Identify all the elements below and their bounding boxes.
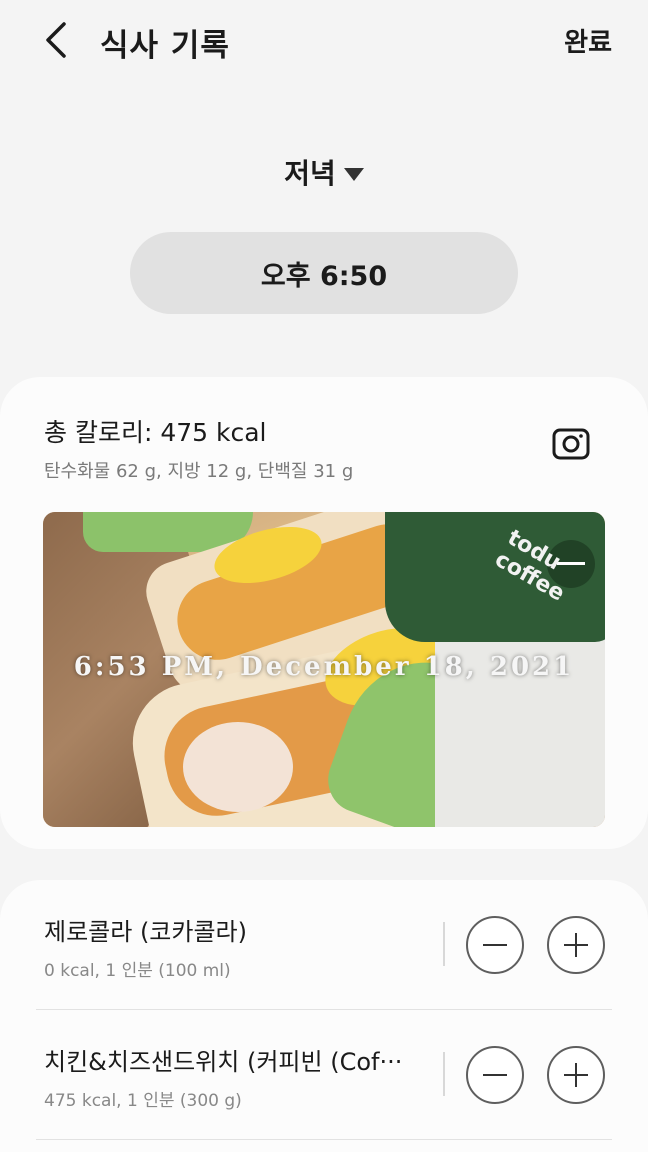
page-title: 식사 기록 bbox=[100, 28, 230, 64]
food-list-card: 제로콜라 (코카콜라) 0 kcal, 1 인분 (100 ml) 치킨&치즈샌… bbox=[0, 880, 648, 1152]
food-item[interactable]: 치킨&치즈샌드위치 (커피빈 (Cof··· 475 kcal, 1 인분 (3… bbox=[0, 1010, 648, 1140]
plus-icon bbox=[564, 933, 588, 957]
photo-cup: todu coffee bbox=[385, 512, 605, 642]
total-calories: 총 칼로리: 475 kcal bbox=[44, 418, 267, 447]
food-name: 치킨&치즈샌드위치 (커피빈 (Cof··· bbox=[44, 1048, 403, 1076]
divider bbox=[36, 1139, 612, 1140]
minus-icon bbox=[483, 944, 507, 946]
meal-time-button[interactable]: 오후 6:50 bbox=[130, 232, 518, 314]
minus-icon bbox=[483, 1074, 507, 1076]
nutrition-summary-card: 총 칼로리: 475 kcal 탄수화물 62 g, 지방 12 g, 단백질 … bbox=[0, 377, 648, 849]
caret-down-icon bbox=[343, 167, 364, 181]
camera-icon bbox=[552, 428, 590, 460]
photo-chicken bbox=[183, 722, 293, 812]
increase-serving-button[interactable] bbox=[547, 1046, 605, 1104]
food-detail: 475 kcal, 1 인분 (300 g) bbox=[44, 1091, 242, 1111]
header: 식사 기록 완료 bbox=[0, 0, 648, 84]
meal-type-label: 저녁 bbox=[284, 157, 336, 190]
photo-timestamp: 6:53 PM, December 18, 2021 bbox=[73, 652, 575, 682]
divider bbox=[443, 922, 445, 966]
back-button[interactable] bbox=[36, 18, 76, 62]
food-item[interactable]: 제로콜라 (코카콜라) 0 kcal, 1 인분 (100 ml) bbox=[0, 880, 648, 1010]
photo-cup-logo: todu coffee bbox=[490, 525, 569, 607]
macros-summary: 탄수화물 62 g, 지방 12 g, 단백질 31 g bbox=[44, 461, 354, 482]
decrease-serving-button[interactable] bbox=[466, 916, 524, 974]
chevron-left-icon bbox=[46, 22, 66, 58]
increase-serving-button[interactable] bbox=[547, 916, 605, 974]
plus-icon bbox=[564, 1063, 588, 1087]
decrease-serving-button[interactable] bbox=[466, 1046, 524, 1104]
food-name: 제로콜라 (코카콜라) bbox=[44, 918, 247, 946]
camera-button[interactable] bbox=[552, 427, 590, 461]
meal-type-dropdown[interactable]: 저녁 bbox=[0, 152, 648, 192]
food-detail: 0 kcal, 1 인분 (100 ml) bbox=[44, 961, 231, 981]
meal-photo[interactable]: todu coffee 6:53 PM, December 18, 2021 bbox=[43, 512, 605, 827]
divider bbox=[443, 1052, 445, 1096]
done-button[interactable]: 완료 bbox=[564, 22, 612, 59]
